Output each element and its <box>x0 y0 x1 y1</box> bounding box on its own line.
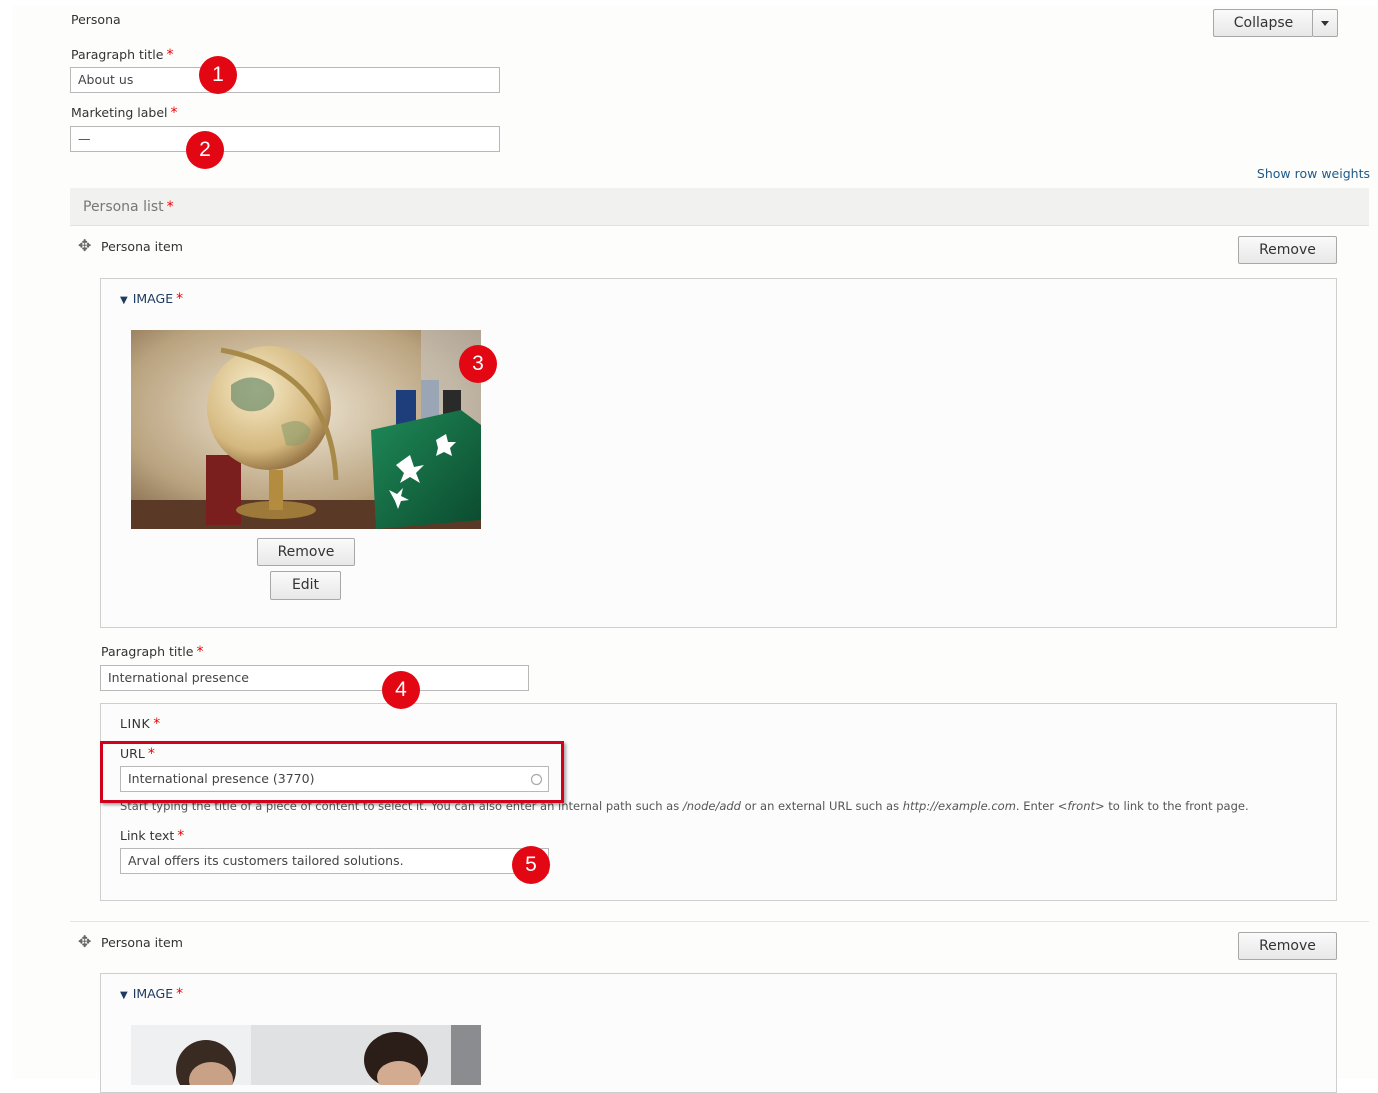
divider <box>70 921 1369 922</box>
item-paragraph-title-input[interactable]: International presence <box>100 665 529 691</box>
persona-image <box>131 330 481 529</box>
annotation-badge-3: 3 <box>459 345 497 383</box>
drag-handle-icon[interactable]: ✥ <box>78 238 91 254</box>
persona-item-label: Persona item <box>101 935 183 950</box>
image-section-toggle[interactable]: ▼ IMAGE * <box>120 986 183 1002</box>
marketing-label-label: Marketing label * <box>71 105 178 121</box>
collapse-dropdown-button[interactable] <box>1312 9 1338 37</box>
annotation-badge-1: 1 <box>199 56 237 94</box>
url-highlight-box <box>100 741 564 803</box>
annotation-badge-5: 5 <box>512 846 550 884</box>
link-text-label: Link text * <box>120 828 185 844</box>
drag-handle-icon[interactable]: ✥ <box>78 934 91 950</box>
triangle-down-icon: ▼ <box>120 990 128 1001</box>
triangle-down-icon: ▼ <box>120 295 128 306</box>
link-text-input[interactable]: Arval offers its customers tailored solu… <box>120 848 549 874</box>
marketing-label-input[interactable]: — <box>70 126 500 152</box>
image-section-toggle[interactable]: ▼ IMAGE * <box>120 291 183 307</box>
persona-item-label: Persona item <box>101 239 183 254</box>
image-remove-button[interactable]: Remove <box>257 538 355 566</box>
caret-down-icon <box>1321 21 1329 26</box>
image-panel: ▼ IMAGE * <box>100 973 1337 1093</box>
paragraph-title-input[interactable]: About us <box>70 67 500 93</box>
persona-item-remove-button[interactable]: Remove <box>1238 236 1337 264</box>
persona-image <box>131 1025 481 1085</box>
image-edit-button[interactable]: Edit <box>270 571 341 600</box>
collapse-button[interactable]: Collapse <box>1213 9 1313 37</box>
image-panel: ▼ IMAGE * <box>100 278 1337 628</box>
paragraph-title-label: Paragraph title * <box>71 47 174 63</box>
persona-list-header: Persona list * <box>70 188 1369 226</box>
annotation-badge-4: 4 <box>382 671 420 709</box>
link-section-label: LINK * <box>120 716 161 732</box>
page: Persona Collapse Paragraph title * About … <box>12 6 1378 1093</box>
annotation-badge-2: 2 <box>186 131 224 169</box>
item-paragraph-title-label: Paragraph title * <box>101 644 204 660</box>
persona-item-remove-button[interactable]: Remove <box>1238 932 1337 960</box>
section-label: Persona <box>71 12 121 27</box>
show-row-weights-link[interactable]: Show row weights <box>1257 166 1370 181</box>
persona-list-label: Persona list * <box>83 199 174 215</box>
